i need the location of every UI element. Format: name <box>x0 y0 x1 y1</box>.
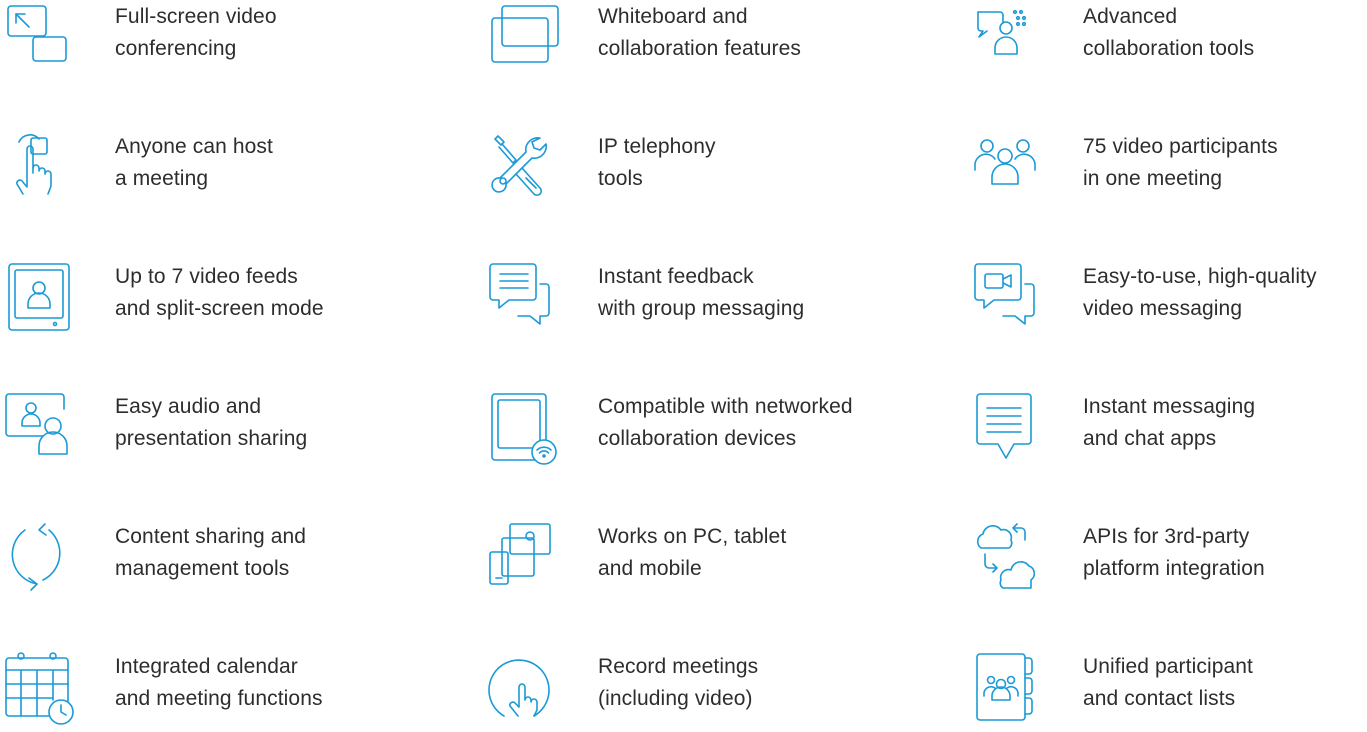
tools-icon <box>488 132 552 200</box>
feature-line-1: Unified participant <box>1083 655 1253 678</box>
feature-item: Easy-to-use, high-quality video messagin… <box>973 262 1367 342</box>
video-message-icon <box>973 262 1037 330</box>
feature-line-2: collaboration devices <box>598 427 797 450</box>
feature-text: Advanced collaboration tools <box>1083 1 1254 65</box>
feature-item: Advanced collaboration tools <box>973 2 1367 82</box>
feature-item: Easy audio and presentation sharing <box>5 392 445 472</box>
feature-line-2: collaboration tools <box>1083 37 1255 60</box>
feature-item: Compatible with networked collaboration … <box>488 392 928 472</box>
contact-book-icon <box>973 652 1037 721</box>
feature-item: Anyone can host a meeting <box>5 132 445 212</box>
feature-line-1: Instant messaging <box>1083 395 1256 418</box>
feature-line-1: Compatible with networked <box>598 395 853 418</box>
feature-text: Easy-to-use, high-quality video messagin… <box>1083 261 1317 325</box>
feature-line-1: Content sharing and <box>115 525 307 548</box>
hand-pointer-icon <box>5 132 69 200</box>
feature-line-2: and contact lists <box>1083 687 1236 710</box>
feature-line-1: Easy audio and <box>115 395 262 418</box>
feature-line-1: Full-screen video <box>115 5 277 28</box>
feature-text: IP telephony tools <box>598 131 716 195</box>
feature-line-1: 75 video participants <box>1083 135 1278 158</box>
feature-line-2: tools <box>598 167 643 190</box>
feature-text: APIs for 3rd-party platform integration <box>1083 521 1265 585</box>
feature-line-2: in one meeting <box>1083 167 1223 190</box>
feature-line-1: Record meetings <box>598 655 759 678</box>
feature-text: Up to 7 video feeds and split-screen mod… <box>115 261 324 325</box>
feature-item: Up to 7 video feeds and split-screen mod… <box>5 262 445 342</box>
feature-item: Integrated calendar and meeting function… <box>5 652 445 732</box>
feature-line-1: Whiteboard and <box>598 5 748 28</box>
feature-line-1: Easy-to-use, high-quality <box>1083 265 1317 288</box>
feature-text: Anyone can host a meeting <box>115 131 273 195</box>
feature-text: Instant messaging and chat apps <box>1083 391 1255 455</box>
feature-item: Instant messaging and chat apps <box>973 392 1367 472</box>
feature-text: Compatible with networked collaboration … <box>598 391 853 455</box>
feature-line-2: management tools <box>115 557 290 580</box>
feature-item: Works on PC, tablet and mobile <box>488 522 928 602</box>
feature-text: Unified participant and contact lists <box>1083 651 1253 715</box>
feature-line-1: Up to 7 video feeds <box>115 265 298 288</box>
feature-text: Instant feedback with group messaging <box>598 261 804 325</box>
whiteboard-icon <box>488 2 559 70</box>
feature-item: Whiteboard and collaboration features <box>488 2 928 82</box>
feature-item: IP telephony tools <box>488 132 928 212</box>
features-grid: Full-screen video conferencing Whiteboar… <box>0 0 1367 725</box>
feature-item: APIs for 3rd-party platform integration <box>973 522 1367 602</box>
group-icon <box>973 132 1037 200</box>
feature-line-2: and meeting functions <box>115 687 323 710</box>
sync-arrows-icon <box>5 522 69 591</box>
feature-line-2: (including video) <box>598 687 753 710</box>
feature-text: 75 video participants in one meeting <box>1083 131 1278 195</box>
record-touch-icon <box>488 652 552 720</box>
feature-line-1: Advanced <box>1083 5 1178 28</box>
chat-icon <box>973 392 1037 460</box>
feature-item: Full-screen video conferencing <box>5 2 445 82</box>
fullscreen-icon <box>5 2 69 70</box>
feature-line-2: with group messaging <box>598 297 805 320</box>
feature-item: 75 video participants in one meeting <box>973 132 1367 212</box>
feature-line-2: and chat apps <box>1083 427 1217 450</box>
feature-item: Content sharing and management tools <box>5 522 445 602</box>
feature-line-1: APIs for 3rd-party <box>1083 525 1250 548</box>
feature-line-1: Works on PC, tablet <box>598 525 787 548</box>
feature-line-1: Instant feedback <box>598 265 754 288</box>
calendar-icon <box>5 652 74 725</box>
feature-item: Instant feedback with group messaging <box>488 262 928 342</box>
feature-line-2: and split-screen mode <box>115 297 324 320</box>
feature-line-2: conferencing <box>115 37 237 60</box>
feature-line-2: presentation sharing <box>115 427 308 450</box>
video-feed-icon <box>5 262 70 331</box>
feature-text: Works on PC, tablet and mobile <box>598 521 786 585</box>
feature-text: Record meetings (including video) <box>598 651 758 715</box>
feature-line-1: IP telephony <box>598 135 716 158</box>
feature-item: Record meetings (including video) <box>488 652 928 732</box>
feature-line-2: and mobile <box>598 557 702 580</box>
feature-line-1: Anyone can host <box>115 135 273 158</box>
cloud-sync-icon <box>973 522 1037 590</box>
feature-line-2: a meeting <box>115 167 209 190</box>
feature-line-2: platform integration <box>1083 557 1265 580</box>
feature-line-2: collaboration features <box>598 37 801 60</box>
collaboration-icon <box>973 2 1037 70</box>
networked-device-icon <box>488 392 557 465</box>
feature-text: Content sharing and management tools <box>115 521 306 585</box>
multi-device-icon <box>488 522 552 590</box>
presentation-share-icon <box>5 392 69 460</box>
feature-text: Easy audio and presentation sharing <box>115 391 307 455</box>
feature-item: Unified participant and contact lists <box>973 652 1367 732</box>
feature-text: Whiteboard and collaboration features <box>598 1 801 65</box>
feature-line-2: video messaging <box>1083 297 1243 320</box>
chat-bubbles-icon <box>488 262 552 330</box>
feature-text: Integrated calendar and meeting function… <box>115 651 323 715</box>
feature-line-1: Integrated calendar <box>115 655 298 678</box>
feature-text: Full-screen video conferencing <box>115 1 277 65</box>
